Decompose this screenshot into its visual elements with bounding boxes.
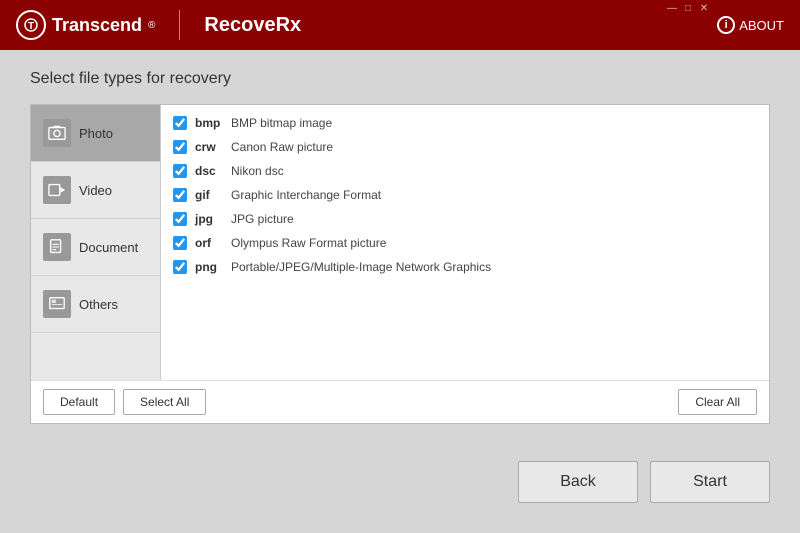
logo-divider	[179, 10, 180, 40]
brand-reg: ®	[148, 20, 155, 31]
checkbox-jpg[interactable]	[173, 212, 187, 226]
desc-gif: Graphic Interchange Format	[231, 188, 381, 202]
category-list: Photo Video	[31, 105, 161, 380]
category-document-label: Document	[79, 240, 138, 255]
ext-crw: crw	[195, 140, 223, 154]
checkbox-bmp[interactable]	[173, 116, 187, 130]
start-button[interactable]: Start	[650, 461, 770, 503]
brand-name: Transcend	[52, 15, 142, 36]
panel-body: Photo Video	[31, 105, 769, 380]
minimize-button[interactable]: —	[666, 4, 678, 14]
file-type-row: gif Graphic Interchange Format	[161, 183, 769, 207]
desc-jpg: JPG picture	[231, 212, 294, 226]
checkbox-png[interactable]	[173, 260, 187, 274]
category-video-label: Video	[79, 183, 112, 198]
back-button[interactable]: Back	[518, 461, 638, 503]
app-name: RecoveRx	[204, 14, 301, 37]
file-type-list: bmp BMP bitmap image crw Canon Raw picture d…	[161, 105, 769, 380]
bottom-nav: Back Start	[30, 461, 770, 513]
category-others[interactable]: Others	[31, 276, 160, 333]
ext-png: png	[195, 260, 223, 274]
desc-bmp: BMP bitmap image	[231, 116, 332, 130]
category-others-label: Others	[79, 297, 118, 312]
main-content: Select file types for recovery Photo	[0, 50, 800, 533]
select-all-button[interactable]: Select All	[123, 389, 206, 415]
ext-jpg: jpg	[195, 212, 223, 226]
file-type-row: orf Olympus Raw Format picture	[161, 231, 769, 255]
titlebar: — □ ✕ T Transcend ® RecoveRx i ABOUT	[0, 0, 800, 50]
logo-icon: T	[16, 10, 46, 40]
file-type-row: bmp BMP bitmap image	[161, 111, 769, 135]
checkbox-dsc[interactable]	[173, 164, 187, 178]
checkbox-crw[interactable]	[173, 140, 187, 154]
clear-all-button[interactable]: Clear All	[678, 389, 757, 415]
desc-orf: Olympus Raw Format picture	[231, 236, 386, 250]
desc-dsc: Nikon dsc	[231, 164, 284, 178]
file-type-row: crw Canon Raw picture	[161, 135, 769, 159]
desc-crw: Canon Raw picture	[231, 140, 333, 154]
file-type-row: dsc Nikon dsc	[161, 159, 769, 183]
window-controls[interactable]: — □ ✕	[666, 4, 710, 14]
document-icon	[43, 233, 71, 261]
photo-icon	[43, 119, 71, 147]
category-document[interactable]: Document	[31, 219, 160, 276]
category-photo[interactable]: Photo	[31, 105, 160, 162]
close-button[interactable]: ✕	[698, 4, 710, 14]
svg-text:T: T	[28, 21, 34, 32]
panel-footer: Default Select All Clear All	[31, 380, 769, 423]
desc-png: Portable/JPEG/Multiple-Image Network Gra…	[231, 260, 491, 274]
brand-logo: T Transcend ® RecoveRx	[16, 10, 301, 40]
page-title: Select file types for recovery	[30, 70, 770, 88]
ext-bmp: bmp	[195, 116, 223, 130]
file-type-row: png Portable/JPEG/Multiple-Image Network …	[161, 255, 769, 279]
file-type-panel: Photo Video	[30, 104, 770, 424]
video-icon	[43, 176, 71, 204]
about-label: ABOUT	[739, 18, 784, 33]
default-button[interactable]: Default	[43, 389, 115, 415]
about-icon: i	[717, 16, 735, 34]
others-icon	[43, 290, 71, 318]
checkbox-orf[interactable]	[173, 236, 187, 250]
about-button[interactable]: i ABOUT	[717, 16, 784, 34]
maximize-button[interactable]: □	[682, 4, 694, 14]
ext-orf: orf	[195, 236, 223, 250]
category-video[interactable]: Video	[31, 162, 160, 219]
transcend-brand: T Transcend ®	[16, 10, 155, 40]
ext-gif: gif	[195, 188, 223, 202]
category-photo-label: Photo	[79, 126, 113, 141]
checkbox-gif[interactable]	[173, 188, 187, 202]
file-type-row: jpg JPG picture	[161, 207, 769, 231]
ext-dsc: dsc	[195, 164, 223, 178]
